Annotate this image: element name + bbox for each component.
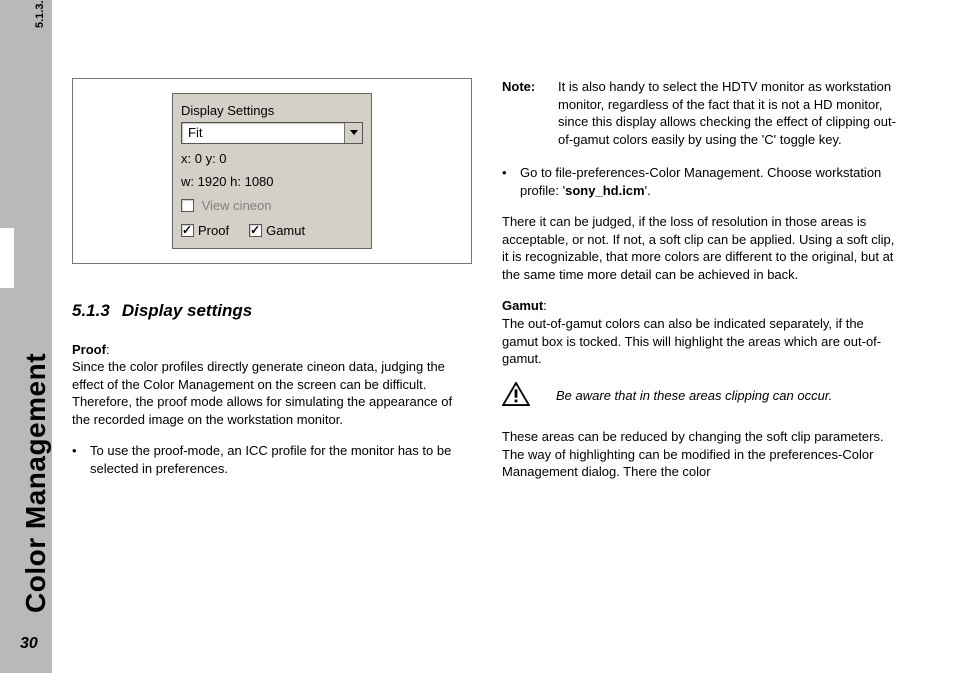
note-label: Note: <box>502 78 558 148</box>
screenshot-frame: Display Settings Fit x: 0 y: 0 w: 1920 h… <box>72 78 472 264</box>
list-item: To use the proof-mode, an ICC profile fo… <box>72 442 472 477</box>
note-text: It is also handy to select the HDTV moni… <box>558 78 902 148</box>
note-block: Note: It is also handy to select the HDT… <box>502 78 902 148</box>
bullet-bold: sony_hd.icm <box>565 183 644 198</box>
view-cineon-label: View cineon <box>202 198 272 213</box>
right-column: Note: It is also handy to select the HDT… <box>502 78 902 623</box>
gamut-item: Gamut <box>249 222 305 240</box>
view-cineon-row: View cineon <box>181 197 363 215</box>
gamut-paragraph: Gamut: The out-of-gamut colors can also … <box>502 297 902 367</box>
warning-icon <box>502 382 532 411</box>
section-ref-vertical: 5.1.3. <box>34 0 46 28</box>
gamut-checkbox[interactable] <box>249 224 262 237</box>
coords-row: x: 0 y: 0 <box>181 150 363 168</box>
warning-block: Be aware that in these areas clipping ca… <box>502 382 902 411</box>
chapter-title-vertical: Color Management <box>20 353 52 613</box>
dims-row: w: 1920 h: 1080 <box>181 173 363 191</box>
right-bullet-list: Go to file-preferences-Color Management.… <box>502 164 902 199</box>
proof-paragraph: Proof: Since the color profiles directly… <box>72 341 472 429</box>
bullet-post: '. <box>645 183 651 198</box>
page-number: 30 <box>20 635 38 653</box>
fit-select-value: Fit <box>182 124 344 142</box>
list-item: Go to file-preferences-Color Management.… <box>502 164 902 199</box>
dropdown-button[interactable] <box>344 123 362 143</box>
warning-text: Be aware that in these areas clipping ca… <box>556 387 902 405</box>
softclip-paragraph: These areas can be reduced by changing t… <box>502 428 902 481</box>
proof-label: Proof <box>198 222 229 240</box>
left-column: Display Settings Fit x: 0 y: 0 w: 1920 h… <box>72 78 472 623</box>
gamut-label-text: Gamut <box>502 298 543 313</box>
proof-checkbox[interactable] <box>181 224 194 237</box>
proof-label-text: Proof <box>72 342 106 357</box>
panel-title: Display Settings <box>181 102 363 120</box>
gamut-body: The out-of-gamut colors can also be indi… <box>502 316 881 366</box>
section-num: 5.1.3 <box>72 301 110 320</box>
gamut-label: Gamut <box>266 222 305 240</box>
proof-item: Proof <box>181 222 229 240</box>
tab-notch <box>0 228 14 288</box>
display-settings-panel: Display Settings Fit x: 0 y: 0 w: 1920 h… <box>172 93 372 249</box>
section-heading: 5.1.3 Display settings <box>72 300 472 323</box>
view-cineon-checkbox[interactable] <box>181 199 194 212</box>
fit-select[interactable]: Fit <box>181 122 363 144</box>
resolution-paragraph: There it can be judged, if the loss of r… <box>502 213 902 283</box>
content-area: Display Settings Fit x: 0 y: 0 w: 1920 h… <box>72 78 924 623</box>
chevron-down-icon <box>350 130 358 135</box>
proof-gamut-row: Proof Gamut <box>181 222 363 240</box>
proof-body: Since the color profiles directly genera… <box>72 359 452 427</box>
section-title: Display settings <box>122 301 252 320</box>
left-bullet-list: To use the proof-mode, an ICC profile fo… <box>72 442 472 477</box>
